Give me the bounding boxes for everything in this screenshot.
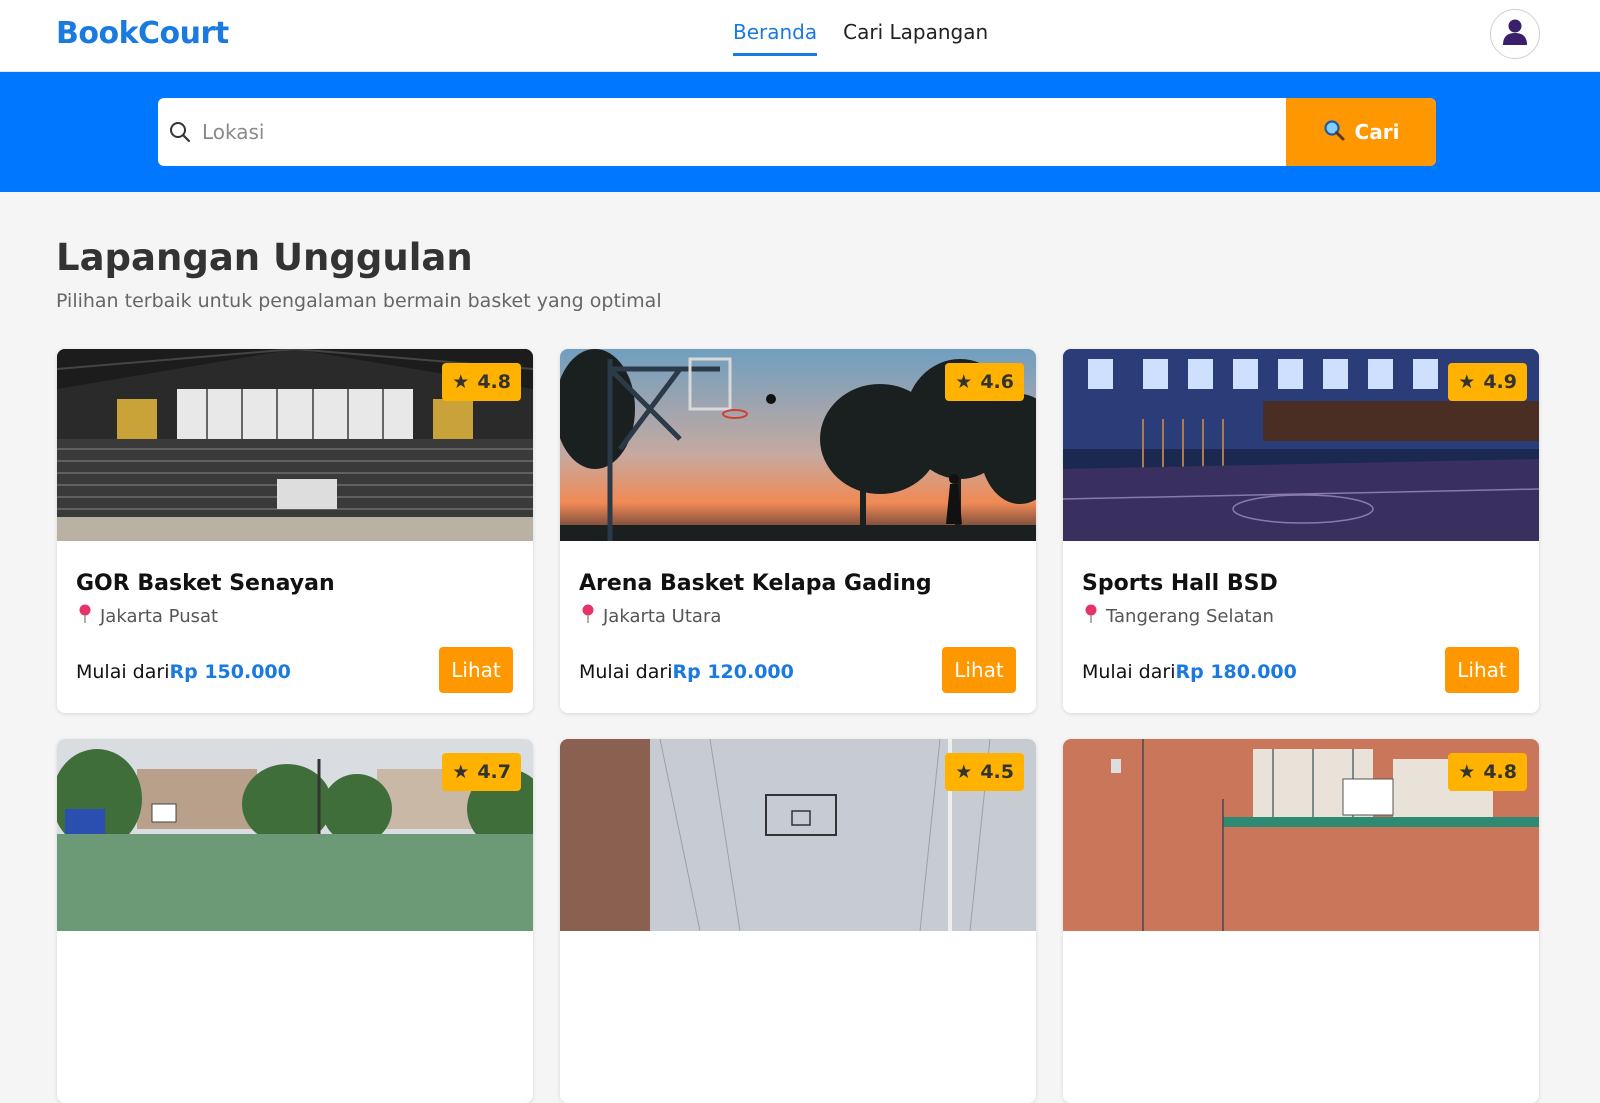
view-button[interactable]: Lihat — [942, 647, 1016, 693]
court-image: ★ 4.8 — [57, 349, 533, 541]
rating-value: 4.5 — [980, 761, 1014, 783]
location-text: Tangerang Selatan — [1106, 606, 1274, 627]
rating-value: 4.7 — [477, 761, 511, 783]
rating-badge: ★ 4.5 — [945, 753, 1024, 791]
pin-icon — [78, 604, 92, 629]
star-icon: ★ — [1458, 371, 1476, 393]
court-card[interactable]: ★ 4.9 Sports Hall BSD Tangerang Selatan … — [1063, 349, 1539, 713]
court-name: Sports Hall BSD — [1082, 571, 1278, 596]
search-bar: Cari — [158, 98, 1436, 166]
search-band: Cari — [0, 72, 1600, 192]
star-icon: ★ — [1458, 761, 1476, 783]
court-price: Mulai dariRp 150.000 — [76, 661, 291, 683]
court-location: Jakarta Utara — [581, 604, 721, 629]
view-button[interactable]: Lihat — [439, 647, 513, 693]
court-card[interactable]: ★ 4.8 — [1063, 739, 1539, 1103]
main-nav: Beranda Cari Lapangan — [733, 20, 988, 56]
court-name: GOR Basket Senayan — [76, 571, 335, 596]
view-button[interactable]: Lihat — [1445, 647, 1519, 693]
rating-badge: ★ 4.9 — [1448, 363, 1527, 401]
star-icon: ★ — [955, 371, 973, 393]
price-prefix: Mulai dari — [1082, 661, 1176, 683]
magnifier-icon — [1323, 119, 1345, 146]
star-icon: ★ — [955, 761, 973, 783]
court-card[interactable]: ★ 4.8 GOR Basket Senayan Jakarta Pusat M… — [57, 349, 533, 713]
court-card[interactable]: ★ 4.5 — [560, 739, 1036, 1103]
location-search-input[interactable] — [202, 98, 1286, 166]
brand-logo[interactable]: BookCourt — [56, 16, 229, 51]
court-card[interactable]: ★ 4.6 Arena Basket Kelapa Gading Jakarta… — [560, 349, 1036, 713]
pin-icon — [1084, 604, 1098, 629]
avatar[interactable] — [1490, 9, 1540, 59]
court-image: ★ 4.8 — [1063, 739, 1539, 931]
section-title: Lapangan Unggulan — [56, 236, 473, 279]
court-image: ★ 4.7 — [57, 739, 533, 931]
court-price: Mulai dariRp 180.000 — [1082, 661, 1297, 683]
rating-badge: ★ 4.8 — [1448, 753, 1527, 791]
rating-badge: ★ 4.7 — [442, 753, 521, 791]
section-subtitle: Pilihan terbaik untuk pengalaman bermain… — [56, 290, 662, 312]
pin-icon — [581, 604, 595, 629]
court-image: ★ 4.5 — [560, 739, 1036, 931]
court-name: Arena Basket Kelapa Gading — [579, 571, 932, 596]
court-location: Jakarta Pusat — [78, 604, 218, 629]
price-prefix: Mulai dari — [579, 661, 673, 683]
user-icon — [1502, 18, 1528, 51]
court-card[interactable]: ★ 4.7 — [57, 739, 533, 1103]
nav-cari-lapangan[interactable]: Cari Lapangan — [843, 20, 988, 56]
price-amount: Rp 120.000 — [672, 661, 794, 683]
rating-value: 4.6 — [980, 371, 1014, 393]
rating-badge: ★ 4.6 — [945, 363, 1024, 401]
price-prefix: Mulai dari — [76, 661, 170, 683]
star-icon: ★ — [452, 761, 470, 783]
rating-value: 4.8 — [477, 371, 511, 393]
nav-beranda[interactable]: Beranda — [733, 20, 818, 56]
search-icon — [158, 98, 202, 166]
top-navbar: BookCourt Beranda Cari Lapangan — [0, 0, 1600, 72]
court-image: ★ 4.9 — [1063, 349, 1539, 541]
search-button[interactable]: Cari — [1286, 98, 1436, 166]
star-icon: ★ — [452, 371, 470, 393]
price-amount: Rp 180.000 — [1175, 661, 1297, 683]
court-price: Mulai dariRp 120.000 — [579, 661, 794, 683]
price-amount: Rp 150.000 — [169, 661, 291, 683]
rating-value: 4.8 — [1483, 761, 1517, 783]
rating-badge: ★ 4.8 — [442, 363, 521, 401]
location-text: Jakarta Utara — [603, 606, 722, 627]
rating-value: 4.9 — [1483, 371, 1517, 393]
location-text: Jakarta Pusat — [100, 606, 219, 627]
court-location: Tangerang Selatan — [1084, 604, 1274, 629]
court-image: ★ 4.6 — [560, 349, 1036, 541]
search-button-label: Cari — [1354, 120, 1400, 144]
